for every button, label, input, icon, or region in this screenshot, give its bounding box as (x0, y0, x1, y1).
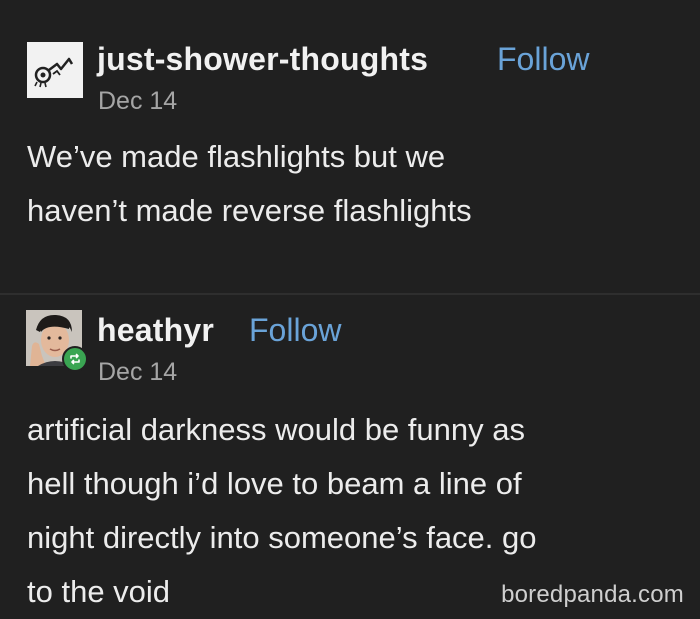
post-just-shower-thoughts: just-shower-thoughts Follow Dec 14 We’ve… (0, 0, 700, 293)
follow-button[interactable]: Follow (249, 312, 341, 349)
reblog-icon (70, 353, 80, 365)
username[interactable]: heathyr (97, 312, 214, 349)
avatar[interactable] (26, 310, 88, 372)
post-body-line: We’ve made flashlights but we (27, 139, 446, 174)
avatar[interactable] (27, 42, 83, 98)
post-body-line: hell though i’d love to beam a line of (27, 466, 522, 501)
post-body: We’ve made flashlights but we haven’t ma… (27, 130, 687, 238)
post-heathyr: heathyr Follow Dec 14 artificial darknes… (0, 295, 700, 619)
post-date[interactable]: Dec 14 (98, 358, 177, 387)
watermark: boredpanda.com (501, 581, 684, 608)
reblog-badge (62, 346, 88, 372)
follow-button[interactable]: Follow (497, 41, 589, 78)
post-date[interactable]: Dec 14 (98, 87, 177, 116)
post-body-line: night directly into someone’s face. go (27, 520, 537, 555)
post-body-line: artificial darkness would be funny as (27, 412, 525, 447)
shower-thoughts-logo-icon (27, 42, 83, 98)
username[interactable]: just-shower-thoughts (97, 41, 428, 78)
post-body-line: haven’t made reverse flashlights (27, 193, 472, 228)
